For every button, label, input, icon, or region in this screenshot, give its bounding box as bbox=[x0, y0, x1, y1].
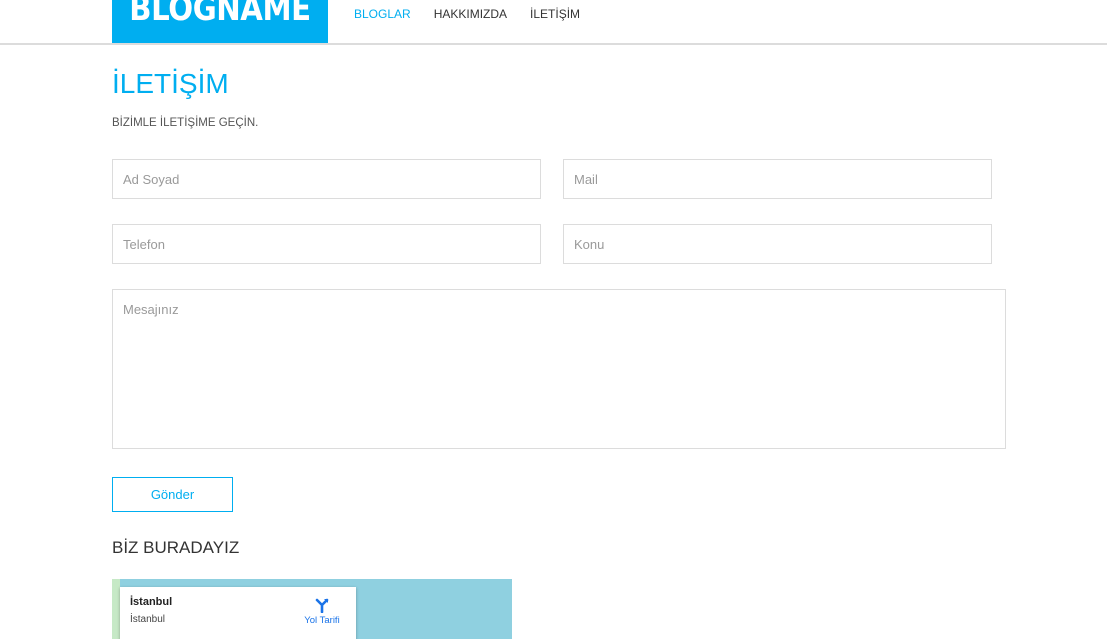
phone-input[interactable] bbox=[112, 224, 541, 264]
site-header: BLOGNAME BLOGLAR HAKKIMIZDA İLETİŞİM bbox=[0, 0, 1107, 45]
subject-input[interactable] bbox=[563, 224, 992, 264]
mail-input[interactable] bbox=[563, 159, 992, 199]
map-land-area bbox=[112, 579, 120, 639]
submit-button[interactable]: Gönder bbox=[112, 477, 233, 512]
directions-icon bbox=[300, 597, 344, 613]
directions-label: Yol Tarifi bbox=[304, 615, 340, 626]
nav-item-bloglar[interactable]: BLOGLAR bbox=[354, 7, 411, 21]
map-place-card: İstanbul İstanbul Yol Tarifi bbox=[120, 587, 356, 639]
message-textarea[interactable] bbox=[112, 289, 1006, 449]
map-place-title: İstanbul bbox=[130, 596, 173, 608]
page-title: İLETİŞİM bbox=[112, 68, 229, 99]
page-subtitle: BİZİMLE İLETİŞİME GEÇİN. bbox=[112, 117, 259, 129]
location-section-title: BİZ BURADAYIZ bbox=[112, 538, 240, 557]
nav-item-iletisim[interactable]: İLETİŞİM bbox=[530, 7, 580, 21]
map-embed[interactable]: İstanbul İstanbul Yol Tarifi bbox=[112, 579, 512, 639]
logo-text: BLOGNAME bbox=[129, 0, 311, 29]
nav-item-hakkimizda[interactable]: HAKKIMIZDA bbox=[434, 7, 507, 21]
name-input[interactable] bbox=[112, 159, 541, 199]
map-place-subtitle: İstanbul bbox=[130, 614, 166, 625]
directions-button[interactable]: Yol Tarifi bbox=[300, 597, 344, 626]
main-nav: BLOGLAR HAKKIMIZDA İLETİŞİM bbox=[354, 7, 603, 21]
logo[interactable]: BLOGNAME bbox=[112, 0, 328, 43]
